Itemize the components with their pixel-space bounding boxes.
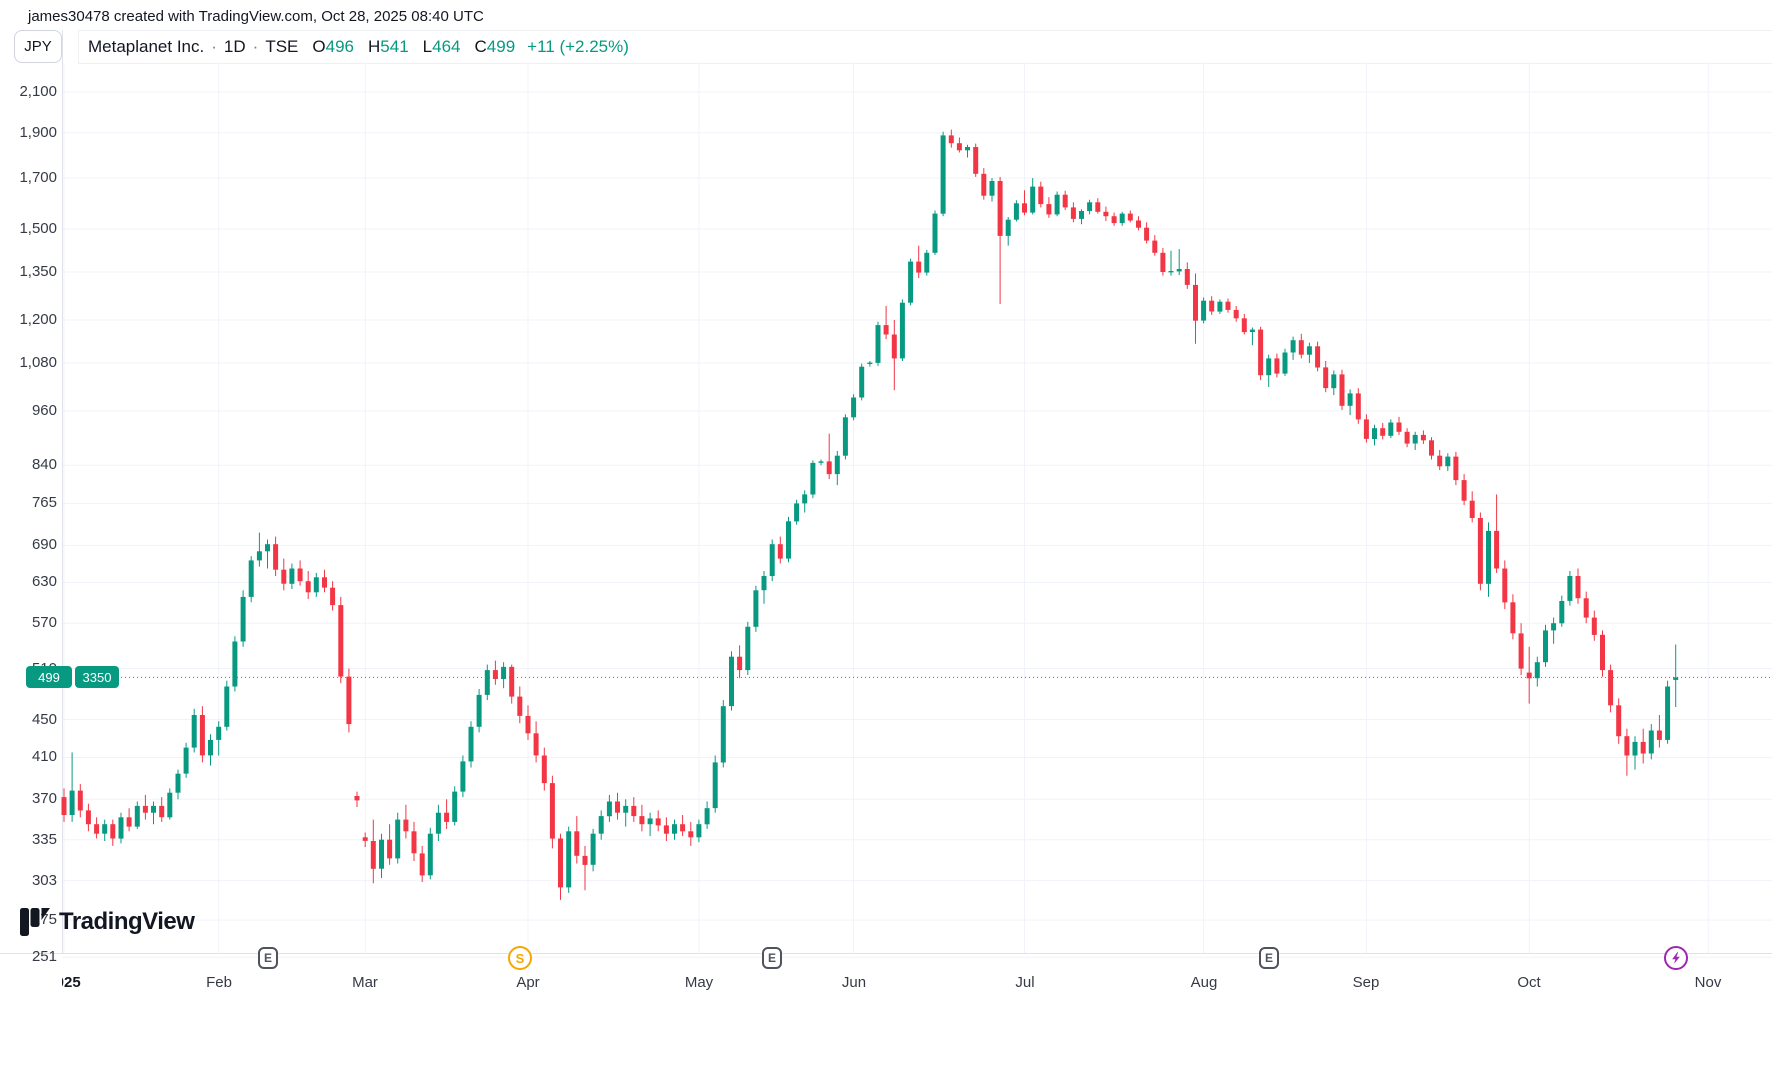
time-axis-label: Oct — [1517, 974, 1540, 991]
price-axis-label: 960 — [13, 402, 57, 419]
price-axis-label: 840 — [13, 456, 57, 473]
price-line-symbol-badge: 3350 — [75, 666, 119, 688]
earnings-icon[interactable]: E — [258, 947, 278, 969]
price-axis-label: 1,500 — [13, 220, 57, 237]
price-axis-label: 1,900 — [13, 124, 57, 141]
price-line-price-badge: 499 — [26, 666, 72, 688]
price-axis-label: 450 — [13, 711, 57, 728]
price-axis-label: 690 — [13, 536, 57, 553]
price-axis-label: 630 — [13, 573, 57, 590]
candles-layer — [62, 130, 1679, 900]
time-axis-label: 2025 — [62, 974, 81, 991]
price-chart[interactable] — [0, 0, 1772, 1080]
price-axis-label: 251 — [13, 948, 57, 965]
price-axis-label: 1,350 — [13, 263, 57, 280]
time-axis-label: Jul — [1015, 974, 1034, 991]
tradingview-wordmark: TradingView — [59, 908, 194, 936]
price-axis-label: 410 — [13, 748, 57, 765]
earnings-icon[interactable]: E — [1259, 947, 1279, 969]
grid-layer — [63, 63, 1772, 957]
time-axis-label: Apr — [516, 974, 539, 991]
time-axis-label: May — [685, 974, 713, 991]
price-axis[interactable]: 2,100 1,900 1,700 1,500 1,350 1,200 1,080 960 84… — [0, 0, 62, 953]
price-axis-label: 1,080 — [13, 354, 57, 371]
flash-event-icon[interactable] — [1664, 946, 1688, 970]
price-axis-label: 2,100 — [13, 83, 57, 100]
time-axis-label: Jun — [842, 974, 866, 991]
tradingview-logo-icon — [20, 908, 50, 936]
earnings-icon[interactable]: E — [762, 947, 782, 969]
price-axis-label: 335 — [13, 831, 57, 848]
time-axis-label: Feb — [206, 974, 232, 991]
price-axis-label: 1,700 — [13, 169, 57, 186]
time-axis-label: Sep — [1353, 974, 1380, 991]
price-axis-label: 370 — [13, 790, 57, 807]
price-axis-label: 303 — [13, 872, 57, 889]
time-axis-label: Mar — [352, 974, 378, 991]
price-axis-label: 570 — [13, 614, 57, 631]
split-icon[interactable]: S — [508, 946, 532, 970]
time-axis-label: Nov — [1695, 974, 1722, 991]
price-axis-label: 1,200 — [13, 311, 57, 328]
tradingview-footer[interactable]: TradingView — [20, 908, 194, 936]
time-axis-label: Aug — [1191, 974, 1218, 991]
price-axis-label: 765 — [13, 494, 57, 511]
time-axis[interactable]: 2025 Feb Mar Apr May Jun Jul Aug Sep Oct Nov — [62, 974, 1772, 996]
